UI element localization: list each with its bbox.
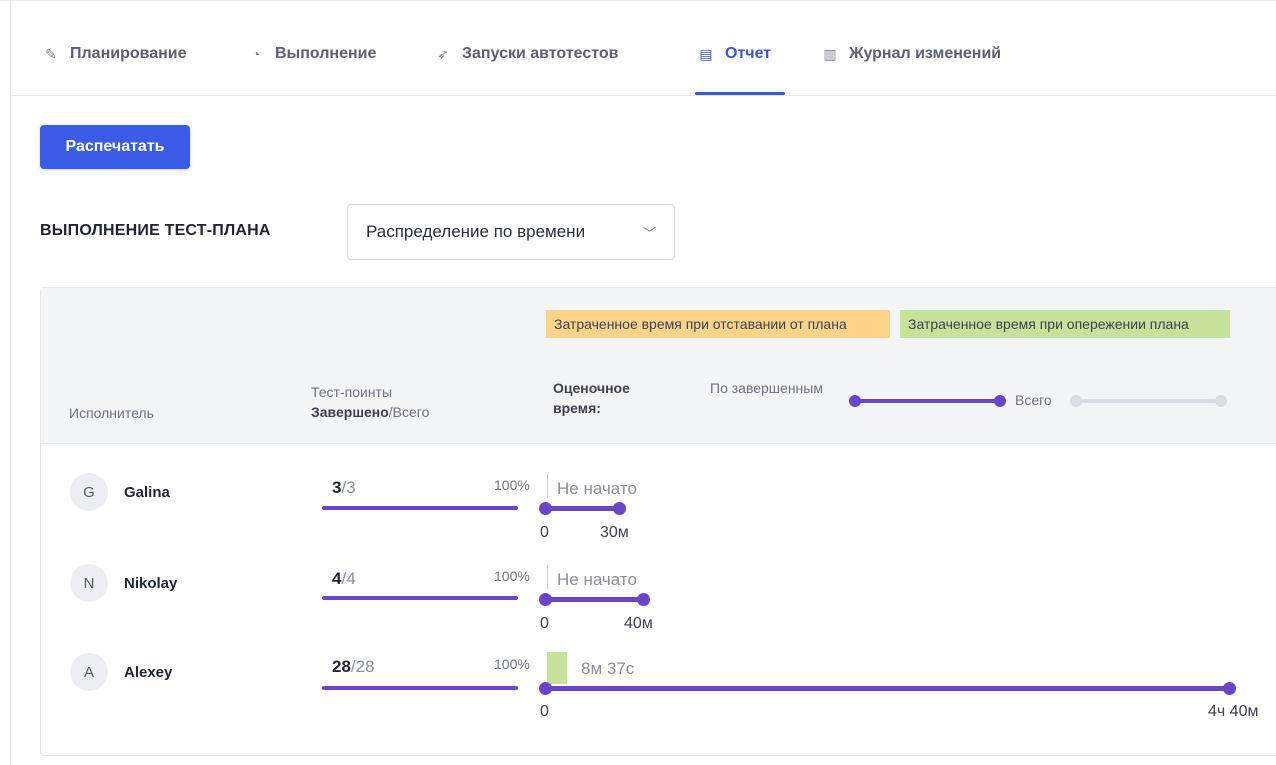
ahead-of-plan-bar bbox=[547, 652, 567, 684]
tab-bar: ✎ Планирование ◔ Выполнение ➶ Запуски ав… bbox=[11, 0, 1276, 96]
time-status: Не начато bbox=[557, 479, 637, 498]
estimate-timeline bbox=[546, 686, 1229, 691]
tab-changelog-label: Журнал изменений bbox=[849, 45, 1002, 62]
active-tab-indicator bbox=[695, 92, 785, 95]
avatar: A bbox=[70, 653, 108, 691]
tab-changelog[interactable]: ▥ Журнал изменений bbox=[821, 42, 1001, 66]
timeline-zero-label: 0 bbox=[540, 615, 549, 632]
completion-progress-bar bbox=[322, 686, 518, 690]
toggle-total-start-dot bbox=[1070, 395, 1082, 407]
timeline-start-dot bbox=[539, 502, 552, 515]
completion-percent: 100% bbox=[494, 477, 530, 493]
report-icon: ▤ bbox=[699, 45, 713, 62]
toggle-by-completed-label: По завершенным bbox=[710, 380, 823, 396]
timeline-estimate-label: 40м bbox=[624, 615, 653, 632]
timeline-estimate-label: 4ч 40м bbox=[1208, 703, 1259, 720]
testpoints-count: 4/4 bbox=[332, 569, 356, 589]
completion-percent: 100% bbox=[494, 656, 530, 672]
toggle-total-track bbox=[1077, 399, 1221, 403]
timeline-estimate-label: 30м bbox=[600, 524, 629, 541]
timeline-start-dot bbox=[539, 593, 552, 606]
tab-execution-label: Выполнение bbox=[275, 45, 377, 62]
toggle-by-completed-end-dot bbox=[994, 395, 1006, 407]
table-header: Исполнитель Тест-поинты Завершено/Всего … bbox=[41, 288, 1276, 444]
toggle-total-end-dot bbox=[1215, 395, 1227, 407]
report-table: Исполнитель Тест-поинты Завершено/Всего … bbox=[40, 287, 1276, 756]
book-icon: ▥ bbox=[823, 45, 837, 62]
tab-execution[interactable]: ◔ Выполнение bbox=[247, 42, 377, 66]
executor-name[interactable]: Alexey bbox=[124, 664, 172, 681]
clipboard-icon: ✎ bbox=[45, 45, 57, 62]
completion-percent: 100% bbox=[494, 568, 530, 584]
avatar: G bbox=[70, 473, 108, 511]
gauge-icon: ◔ bbox=[251, 46, 261, 62]
legend-ahead-plan: Затраченное время при опережении плана bbox=[900, 310, 1230, 338]
view-mode-select[interactable]: Распределение по времени ﹀ bbox=[347, 204, 675, 260]
legend-behind-plan: Затраченное время при отставании от план… bbox=[546, 310, 890, 338]
toggle-total-label: Всего bbox=[1015, 392, 1052, 408]
tab-report[interactable]: ▤ Отчет bbox=[697, 42, 771, 66]
avatar: N bbox=[70, 564, 108, 602]
completion-progress-bar bbox=[322, 506, 518, 510]
time-status: Не начато bbox=[557, 570, 637, 589]
timeline-separator bbox=[547, 565, 548, 589]
testpoints-count: 3/3 bbox=[332, 478, 356, 498]
column-testpoints-header: Тест-поинты bbox=[311, 384, 393, 400]
testpoints-done-label: Завершено bbox=[311, 404, 389, 420]
column-executor-header: Исполнитель bbox=[69, 405, 154, 421]
testpoints-total: /4 bbox=[341, 569, 356, 588]
rocket-icon: ➶ bbox=[437, 45, 449, 62]
testpoints-count: 28/28 bbox=[332, 657, 375, 677]
timeline-zero-label: 0 bbox=[540, 703, 549, 720]
testpoints-total: /28 bbox=[350, 657, 375, 676]
chevron-down-icon: ﹀ bbox=[642, 226, 656, 241]
testpoints-done: 28 bbox=[332, 657, 351, 676]
view-mode-select-value: Распределение по времени bbox=[366, 222, 586, 241]
testpoints-total: /3 bbox=[341, 478, 356, 497]
column-testpoints-subheader: Завершено/Всего bbox=[311, 402, 429, 422]
testpoints-total-label: /Всего bbox=[388, 404, 430, 420]
tab-autotests-label: Запуски автотестов bbox=[462, 45, 619, 62]
tab-autotests[interactable]: ➶ Запуски автотестов bbox=[434, 42, 618, 66]
timeline-zero-label: 0 bbox=[540, 524, 549, 541]
print-button[interactable]: Распечатать bbox=[40, 125, 190, 169]
tab-report-label: Отчет bbox=[725, 45, 772, 62]
completion-progress-bar bbox=[322, 596, 518, 600]
section-title: ВЫПОЛНЕНИЕ ТЕСТ-ПЛАНА bbox=[40, 222, 271, 239]
timeline-separator bbox=[547, 474, 548, 498]
time-status: 8м 37с bbox=[581, 659, 635, 678]
timeline-end-dot bbox=[613, 502, 626, 515]
timeline-end-dot bbox=[1223, 682, 1236, 695]
toggle-by-completed-start-dot bbox=[849, 395, 861, 407]
estimate-timeline bbox=[546, 597, 643, 602]
estimate-timeline bbox=[546, 506, 619, 511]
tab-planning[interactable]: ✎ Планирование bbox=[42, 42, 187, 66]
toggle-by-completed-track bbox=[856, 399, 1000, 403]
frame-border-left bbox=[10, 0, 11, 765]
timeline-end-dot bbox=[637, 593, 650, 606]
executor-name[interactable]: Nikolay bbox=[124, 575, 177, 592]
estimate-label: Оценочное время: bbox=[553, 380, 630, 416]
executor-name[interactable]: Galina bbox=[124, 484, 170, 501]
timeline-start-dot bbox=[539, 682, 552, 695]
tab-planning-label: Планирование bbox=[70, 45, 187, 62]
